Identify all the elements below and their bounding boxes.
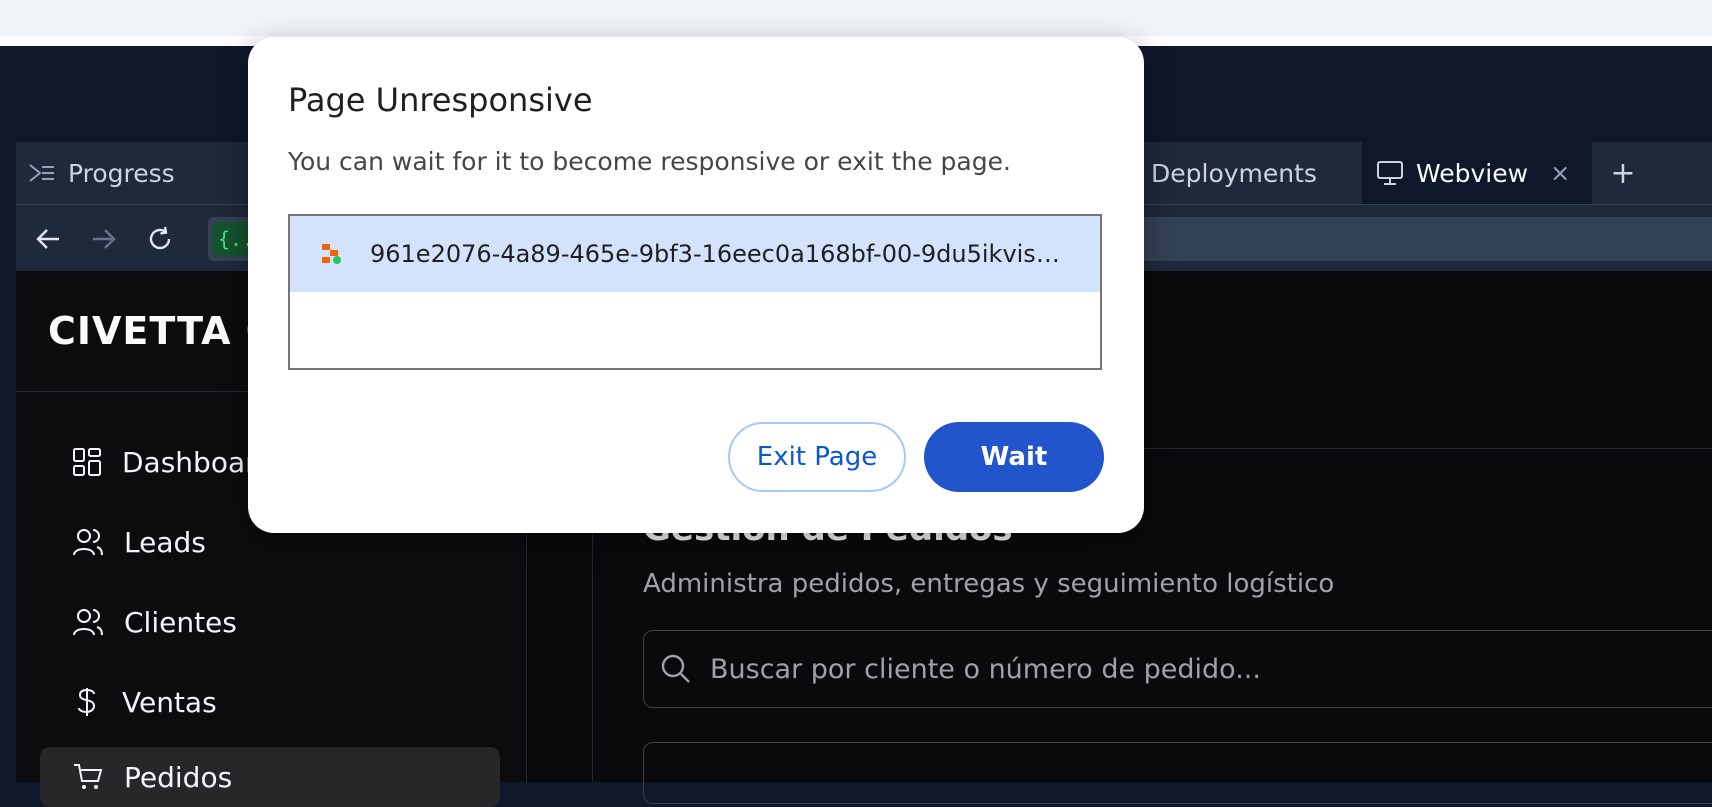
system-top-bar — [0, 0, 1712, 36]
page-item-label: 961e2076-4a89-465e-9bf3-16eec0a168bf-00-… — [370, 240, 1070, 268]
replit-favicon-icon — [322, 244, 341, 264]
back-button[interactable] — [30, 221, 66, 257]
close-icon[interactable]: × — [1550, 159, 1570, 187]
sidebar-item-pedidos[interactable]: Pedidos — [40, 747, 500, 807]
dialog-message: You can wait for it to become responsive… — [288, 147, 1011, 176]
sidebar-item-label: Pedidos — [124, 760, 233, 794]
forward-button[interactable] — [86, 221, 122, 257]
sidebar-item-label: Ventas — [122, 685, 217, 719]
unresponsive-pages-list: 961e2076-4a89-465e-9bf3-16eec0a168bf-00-… — [288, 214, 1102, 370]
tab-progress[interactable]: Progress — [28, 142, 218, 204]
dialog-title: Page Unresponsive — [288, 81, 593, 119]
list-item[interactable]: 961e2076-4a89-465e-9bf3-16eec0a168bf-00-… — [290, 216, 1100, 292]
tab-webview[interactable]: Webview × — [1362, 142, 1592, 204]
exit-page-button[interactable]: Exit Page — [728, 422, 906, 492]
search-input[interactable] — [708, 645, 1712, 693]
tab-label: Webview — [1416, 158, 1529, 188]
users-icon — [73, 529, 103, 556]
brand-logo: CIVETTA C — [48, 309, 275, 353]
reload-icon — [149, 226, 171, 250]
new-tab-button[interactable]: + — [1598, 142, 1648, 204]
page-unresponsive-dialog: Page Unresponsive You can wait for it to… — [248, 37, 1144, 533]
sidebar-item-clientes[interactable]: Clientes — [40, 592, 500, 652]
sidebar-item-ventas[interactable]: Ventas — [40, 672, 500, 732]
sidebar-item-label: Clientes — [124, 605, 237, 639]
sidebar-item-label: Leads — [124, 525, 206, 559]
users-icon — [73, 609, 103, 636]
tab-label: Progress — [68, 158, 175, 188]
arrow-right-icon — [93, 229, 116, 249]
monitor-icon — [1377, 161, 1403, 185]
orders-card — [643, 742, 1712, 804]
cart-icon — [74, 764, 103, 789]
progress-icon — [29, 164, 54, 182]
tab-label: Deployments — [1151, 158, 1317, 188]
dollar-icon — [78, 688, 96, 716]
page-subtitle: Administra pedidos, entregas y seguimien… — [643, 569, 1335, 599]
tab-deployments[interactable]: Deployments — [1151, 142, 1361, 204]
wait-button[interactable]: Wait — [924, 422, 1104, 492]
dashboard-icon — [73, 448, 101, 476]
arrow-left-icon — [36, 229, 59, 249]
search-icon — [661, 654, 690, 683]
search-box — [643, 630, 1712, 708]
reload-button[interactable] — [142, 221, 178, 257]
